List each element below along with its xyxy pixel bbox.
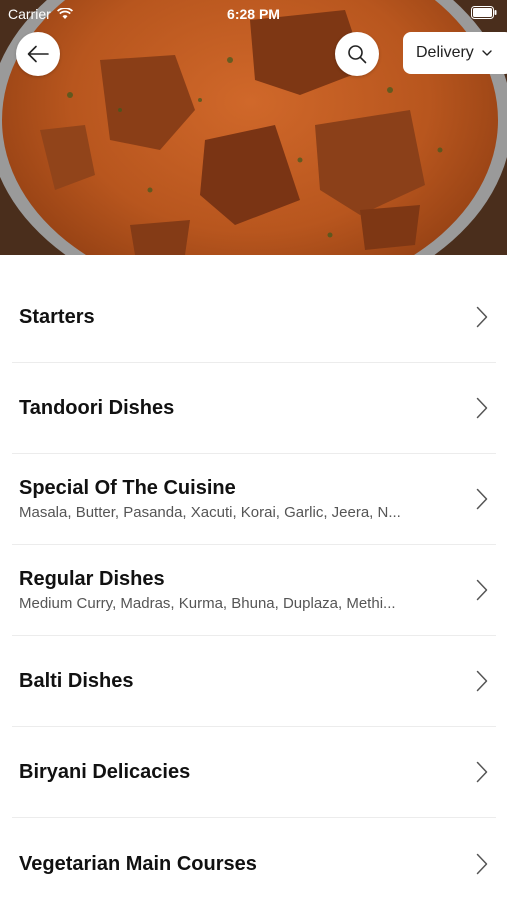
delivery-mode-label: Delivery <box>416 44 474 61</box>
category-title: Balti Dishes <box>19 670 134 692</box>
chevron-right-icon <box>476 397 488 419</box>
menu-category-biryani-delicacies[interactable]: Biryani Delicacies <box>12 727 496 818</box>
chevron-right-icon <box>476 579 488 601</box>
battery-icon <box>471 6 497 22</box>
status-time: 6:28 PM <box>227 6 280 22</box>
chevron-right-icon <box>476 670 488 692</box>
category-title: Regular Dishes <box>19 568 165 590</box>
menu-category-regular-dishes[interactable]: Regular Dishes Medium Curry, Madras, Kur… <box>12 545 496 636</box>
chevron-right-icon <box>476 306 488 328</box>
chevron-down-icon <box>482 50 492 56</box>
menu-category-list: Starters Tandoori Dishes Special Of The … <box>0 272 507 900</box>
category-title: Tandoori Dishes <box>19 397 175 419</box>
menu-category-balti-dishes[interactable]: Balti Dishes <box>12 636 496 727</box>
category-title: Starters <box>19 306 95 328</box>
chevron-right-icon <box>476 853 488 874</box>
menu-category-special-of-the-cuisine[interactable]: Special Of The Cuisine Masala, Butter, P… <box>12 454 496 545</box>
back-button[interactable] <box>16 32 60 76</box>
chevron-right-icon <box>476 761 488 783</box>
status-bar: Carrier 6:28 PM <box>0 0 507 28</box>
category-subtitle: Medium Curry, Madras, Kurma, Bhuna, Dupl… <box>19 595 396 612</box>
search-button[interactable] <box>335 32 379 76</box>
category-title: Biryani Delicacies <box>19 761 191 783</box>
category-subtitle: Masala, Butter, Pasanda, Xacuti, Korai, … <box>19 504 401 521</box>
category-title: Special Of The Cuisine <box>19 477 236 499</box>
chevron-right-icon <box>476 488 488 510</box>
delivery-mode-select[interactable]: Delivery <box>403 32 507 74</box>
arrow-left-icon <box>27 45 49 63</box>
menu-category-starters[interactable]: Starters <box>12 272 496 363</box>
search-icon <box>348 45 367 64</box>
menu-category-tandoori-dishes[interactable]: Tandoori Dishes <box>12 363 496 454</box>
category-title: Vegetarian Main Courses <box>19 852 257 875</box>
menu-category-vegetarian-main-courses[interactable]: Vegetarian Main Courses <box>12 818 496 900</box>
